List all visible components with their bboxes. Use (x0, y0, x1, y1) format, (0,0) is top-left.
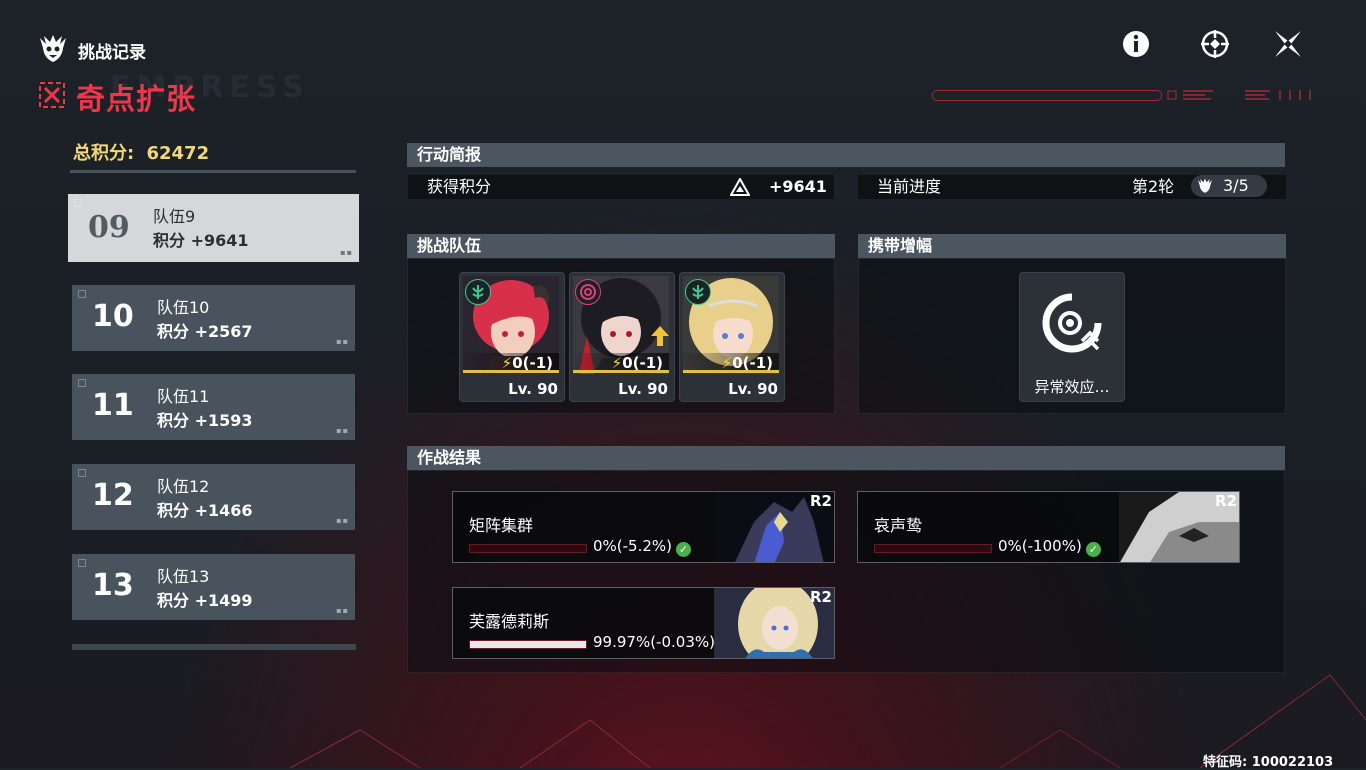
character-card-1[interactable]: ⚡0(-1) Lv. 90 (459, 272, 565, 402)
background-decoration (289, 674, 1366, 768)
energy-value: ⚡0(-1) (683, 353, 779, 373)
character-level: Lv. 90 (728, 380, 778, 398)
feature-code: 特征码: 100022103 (1203, 755, 1334, 770)
total-score: 总积分: 62472 (73, 139, 209, 165)
team-number: 12 (92, 478, 134, 513)
buff-label: 异常效应… (1034, 378, 1110, 396)
team-score: 积分 +2567 (157, 322, 253, 341)
energy-value: ⚡0(-1) (573, 353, 669, 373)
element-icon (685, 279, 711, 305)
close-button[interactable] (1271, 29, 1305, 63)
anomaly-effect-icon (1040, 291, 1104, 359)
skull-icon (1195, 177, 1215, 202)
corner-mark (78, 559, 86, 567)
page-title: 挑战记录 (78, 43, 146, 63)
dots-icon: ▪▪ (336, 606, 349, 615)
element-icon (465, 279, 491, 305)
section-header-brief: 行动简报 (407, 143, 1285, 167)
info-button[interactable] (1119, 29, 1153, 63)
boss-name: 芙露德莉斯 (469, 612, 550, 631)
mode-title: 奇点扩张 (76, 82, 197, 116)
boss-hp-bar (874, 544, 992, 553)
mode-emblem-icon (38, 81, 66, 109)
dots-icon: ▪▪ (336, 516, 349, 525)
boss-card-3[interactable]: 芙露德莉斯 99.97%(-0.03%) R2 (452, 587, 835, 659)
crosshair-icon (1199, 28, 1231, 64)
skull-emblem-icon (36, 32, 70, 66)
target-button[interactable] (1198, 29, 1232, 63)
team-score: 积分 +9641 (153, 231, 249, 250)
boss-hp-bar (469, 640, 587, 649)
dots-icon: ▪▪ (336, 426, 349, 435)
round-label: 第2轮 (1132, 177, 1175, 196)
team-name: 队伍12 (157, 477, 210, 496)
corner-mark (74, 199, 82, 207)
boss-hp-percent: 99.97%(-0.03%) (593, 633, 715, 651)
team-name: 队伍10 (157, 298, 210, 317)
boss-hp-percent: 0%(-100%) ✓ (998, 537, 1101, 557)
progress-pill: 3/5 (1191, 175, 1267, 197)
boss-hp-bar (469, 544, 587, 553)
team-number: 10 (92, 299, 134, 334)
team-item-11[interactable]: 11 队伍11 积分 +1593 ▪▪ (72, 374, 355, 440)
info-icon (1121, 29, 1151, 63)
boss-name: 矩阵集群 (469, 516, 534, 535)
team-number: 09 (88, 210, 130, 245)
section-header-buff: 携带增幅 (858, 234, 1286, 258)
team-item-09[interactable]: 09 队伍9 积分 +9641 ▪▪ (68, 194, 359, 262)
corner-mark (78, 290, 86, 298)
close-icon (1272, 28, 1304, 64)
boss-card-2[interactable]: 哀声鸷 0%(-100%) ✓ R2 (857, 491, 1240, 563)
boss-rank: R2 (810, 588, 832, 606)
score-label: 获得积分 (427, 177, 492, 196)
team-name: 队伍11 (157, 387, 210, 406)
corner-mark (78, 469, 86, 477)
corner-mark (78, 379, 86, 387)
decorative-bar (932, 90, 1162, 101)
boss-rank: R2 (810, 492, 832, 510)
character-card-3[interactable]: ⚡0(-1) Lv. 90 (679, 272, 785, 402)
boss-card-1[interactable]: 矩阵集群 0%(-5.2%) ✓ R2 (452, 491, 835, 563)
team-score: 积分 +1466 (157, 501, 253, 520)
team-score: 积分 +1593 (157, 411, 253, 430)
dots-icon: ▪▪ (340, 248, 353, 257)
progress-row: 当前进度 第2轮 3/5 (858, 175, 1286, 199)
total-score-label: 总积分: (73, 143, 135, 164)
score-value: +9641 (769, 177, 827, 196)
buff-card[interactable]: 异常效应… (1019, 272, 1125, 402)
energy-value: ⚡0(-1) (463, 353, 559, 373)
score-row: 获得积分 +9641 (408, 175, 834, 199)
character-level: Lv. 90 (508, 380, 558, 398)
team-number: 13 (92, 568, 134, 603)
progress-value: 3/5 (1223, 176, 1249, 195)
team-item-10[interactable]: 10 队伍10 积分 +2567 ▪▪ (72, 285, 355, 351)
divider (70, 170, 356, 173)
boss-name: 哀声鸷 (874, 516, 923, 535)
team-name: 队伍13 (157, 567, 210, 586)
character-card-2[interactable]: ⚡0(-1) Lv. 90 (569, 272, 675, 402)
team-item-13[interactable]: 13 队伍13 积分 +1499 ▪▪ (72, 554, 355, 620)
total-score-value: 62472 (146, 143, 210, 164)
team-score: 积分 +1499 (157, 591, 253, 610)
list-scroll-end (72, 644, 356, 650)
section-header-results: 作战结果 (407, 446, 1285, 470)
team-item-12[interactable]: 12 队伍12 积分 +1466 ▪▪ (72, 464, 355, 530)
team-name: 队伍9 (153, 207, 196, 226)
progress-label: 当前进度 (877, 177, 942, 196)
character-level: Lv. 90 (618, 380, 668, 398)
check-icon: ✓ (676, 542, 692, 557)
boss-hp-percent: 0%(-5.2%) ✓ (593, 537, 692, 557)
check-icon: ✓ (1085, 542, 1101, 557)
boss-rank: R2 (1215, 492, 1237, 510)
decorative-code (1165, 88, 1315, 102)
team-number: 11 (92, 388, 134, 423)
section-header-team: 挑战队伍 (407, 234, 835, 258)
triangle-score-icon (729, 176, 751, 203)
dots-icon: ▪▪ (336, 337, 349, 346)
up-arrow-icon (650, 325, 670, 351)
element-icon (575, 279, 601, 305)
